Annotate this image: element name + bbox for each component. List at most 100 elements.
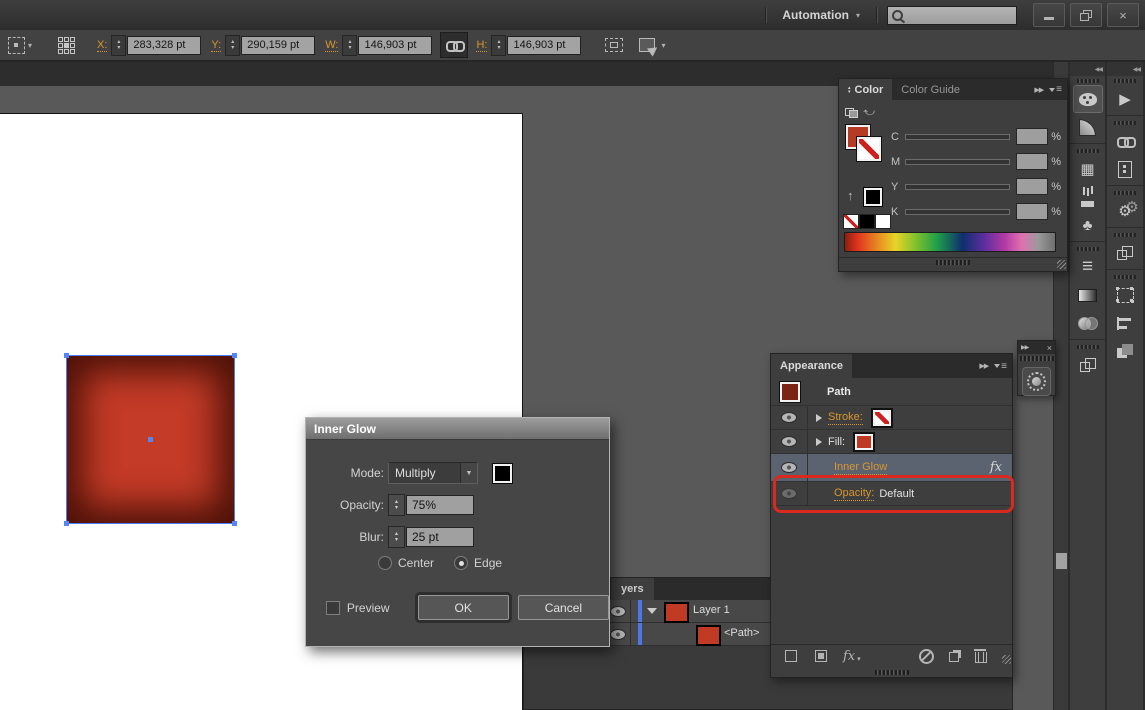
artboard-info-panel-button[interactable]: [1110, 155, 1140, 183]
clear-appearance-button[interactable]: [918, 648, 934, 664]
selection-handle-top-right[interactable]: [232, 353, 237, 358]
brushes-panel-button[interactable]: [1073, 183, 1103, 211]
opacity-link[interactable]: Opacity:: [834, 487, 875, 501]
cancel-button[interactable]: Cancel: [517, 595, 609, 620]
dock-grip[interactable]: [1114, 233, 1136, 237]
search-input[interactable]: [907, 8, 1012, 22]
collapse-panel-icon[interactable]: ▶▶: [1034, 86, 1044, 94]
preview-label[interactable]: Preview: [347, 601, 390, 615]
active-color-swatch[interactable]: [863, 187, 883, 207]
color-guide-panel-button[interactable]: [1073, 113, 1103, 141]
color-panel-button[interactable]: [1072, 85, 1103, 113]
dock-grip[interactable]: [1076, 247, 1099, 251]
black-value-field[interactable]: [1016, 203, 1049, 220]
search-box[interactable]: [887, 5, 1017, 25]
gradient-panel-button[interactable]: [1073, 281, 1103, 309]
align-to-pixel-grid-icon[interactable]: [605, 38, 624, 52]
expand-panel-icon[interactable]: ▶▶: [1021, 344, 1029, 351]
panel-grip[interactable]: [936, 260, 970, 265]
stroke-row[interactable]: Stroke:: [771, 406, 1012, 430]
magenta-slider[interactable]: [905, 158, 1011, 165]
chevron-down-icon[interactable]: ▾: [28, 41, 32, 50]
black-slider[interactable]: [905, 208, 1011, 215]
collapse-dock-icon[interactable]: ◀◀: [1107, 62, 1143, 76]
workspace-switcher[interactable]: Automation ▾: [776, 8, 866, 22]
dock-grip[interactable]: [1114, 275, 1136, 279]
cyan-slider[interactable]: [905, 133, 1011, 140]
height-field-label[interactable]: H:: [476, 39, 488, 52]
stroke-link[interactable]: Stroke:: [828, 411, 863, 425]
fill-color-swatch[interactable]: [853, 431, 876, 452]
opacity-field[interactable]: 75%: [406, 495, 474, 515]
path-color-swatch[interactable]: [696, 625, 721, 646]
y-field[interactable]: 290,159 pt: [241, 35, 316, 55]
fill-row[interactable]: Fill:: [771, 430, 1012, 454]
white-swatch[interactable]: [875, 214, 891, 229]
visibility-eye-icon[interactable]: [610, 629, 626, 643]
add-new-fill-button[interactable]: [815, 650, 827, 662]
collapse-panel-icon[interactable]: ▶▶: [979, 362, 989, 370]
none-swatch[interactable]: [843, 214, 859, 229]
pathfinder-panel-button[interactable]: [1110, 239, 1140, 267]
duplicate-swatch-icon[interactable]: [845, 108, 858, 118]
constrain-proportions-button[interactable]: [440, 32, 469, 58]
y-stepper[interactable]: ▴ ▾: [225, 34, 241, 56]
width-stepper[interactable]: ▴ ▾: [342, 34, 358, 56]
edge-radio[interactable]: [454, 556, 469, 570]
preview-checkbox[interactable]: [326, 600, 340, 615]
last-color-icon[interactable]: ↑: [847, 188, 854, 203]
panel-resize-grip[interactable]: [1057, 260, 1066, 269]
inner-glow-row[interactable]: Inner Glow fx: [771, 454, 1012, 482]
expand-row-icon[interactable]: [816, 437, 822, 446]
transparency-panel-button[interactable]: [1073, 309, 1103, 337]
collapsed-panel-button[interactable]: [1022, 367, 1051, 396]
pathfinder-shapes-button[interactable]: [1110, 337, 1140, 365]
tab-color-guide[interactable]: Color Guide: [892, 79, 969, 100]
ok-button[interactable]: OK: [417, 595, 509, 620]
visibility-eye-icon[interactable]: [610, 606, 626, 620]
panel-grip[interactable]: [1019, 356, 1054, 361]
selection-center-anchor[interactable]: [148, 437, 153, 442]
x-stepper[interactable]: ▴ ▾: [111, 34, 127, 56]
tab-appearance[interactable]: Appearance: [771, 354, 852, 378]
add-new-effect-button[interactable]: fx: [843, 649, 855, 664]
visibility-eye-icon[interactable]: [771, 454, 808, 481]
height-field[interactable]: 146,903 pt: [507, 35, 582, 55]
fill-label[interactable]: Fill:: [828, 436, 845, 448]
panel-resize-grip[interactable]: [1002, 655, 1011, 664]
color-spectrum-bar[interactable]: [844, 232, 1056, 252]
glow-color-swatch[interactable]: [492, 462, 513, 484]
panel-menu-icon[interactable]: ≡: [1049, 84, 1062, 95]
center-radio-label[interactable]: Center: [398, 556, 434, 570]
dock-grip[interactable]: [1114, 79, 1136, 83]
duplicate-item-button[interactable]: [948, 650, 961, 662]
center-radio[interactable]: [378, 556, 392, 570]
visibility-eye-icon[interactable]: [771, 482, 808, 505]
select-similar-objects-icon[interactable]: [639, 38, 656, 52]
visibility-eye-icon[interactable]: [771, 430, 808, 453]
dialog-title-bar[interactable]: Inner Glow: [306, 418, 609, 440]
expand-layer-icon[interactable]: [647, 608, 657, 614]
delete-item-button[interactable]: [973, 649, 987, 663]
magenta-value-field[interactable]: [1016, 153, 1049, 170]
selection-handle-bottom-left[interactable]: [64, 521, 69, 526]
x-field[interactable]: 283,328 pt: [127, 35, 202, 55]
vertical-scrollbar-thumb[interactable]: [1056, 553, 1067, 569]
tab-color[interactable]: ▴ ▾ Color: [839, 79, 893, 100]
dock-grip[interactable]: [1076, 149, 1099, 153]
panel-grip[interactable]: [874, 670, 909, 675]
height-stepper[interactable]: ▴ ▾: [491, 34, 507, 56]
swap-fill-stroke-icon[interactable]: ⤸: [862, 109, 875, 116]
selection-handle-top-left[interactable]: [64, 353, 69, 358]
width-field[interactable]: 146,903 pt: [358, 35, 433, 55]
blur-field[interactable]: 25 pt: [406, 527, 474, 547]
yellow-slider[interactable]: [905, 183, 1011, 190]
stroke-panel-button[interactable]: ≡: [1073, 253, 1103, 281]
inner-glow-link[interactable]: Inner Glow: [834, 461, 888, 475]
dock-grip[interactable]: [1076, 345, 1099, 349]
align-panel-button[interactable]: [1110, 309, 1140, 337]
yellow-value-field[interactable]: [1016, 178, 1049, 195]
reference-point-selector[interactable]: [58, 36, 76, 54]
restore-button[interactable]: [1070, 3, 1102, 27]
selection-handle-bottom-right[interactable]: [232, 521, 237, 526]
